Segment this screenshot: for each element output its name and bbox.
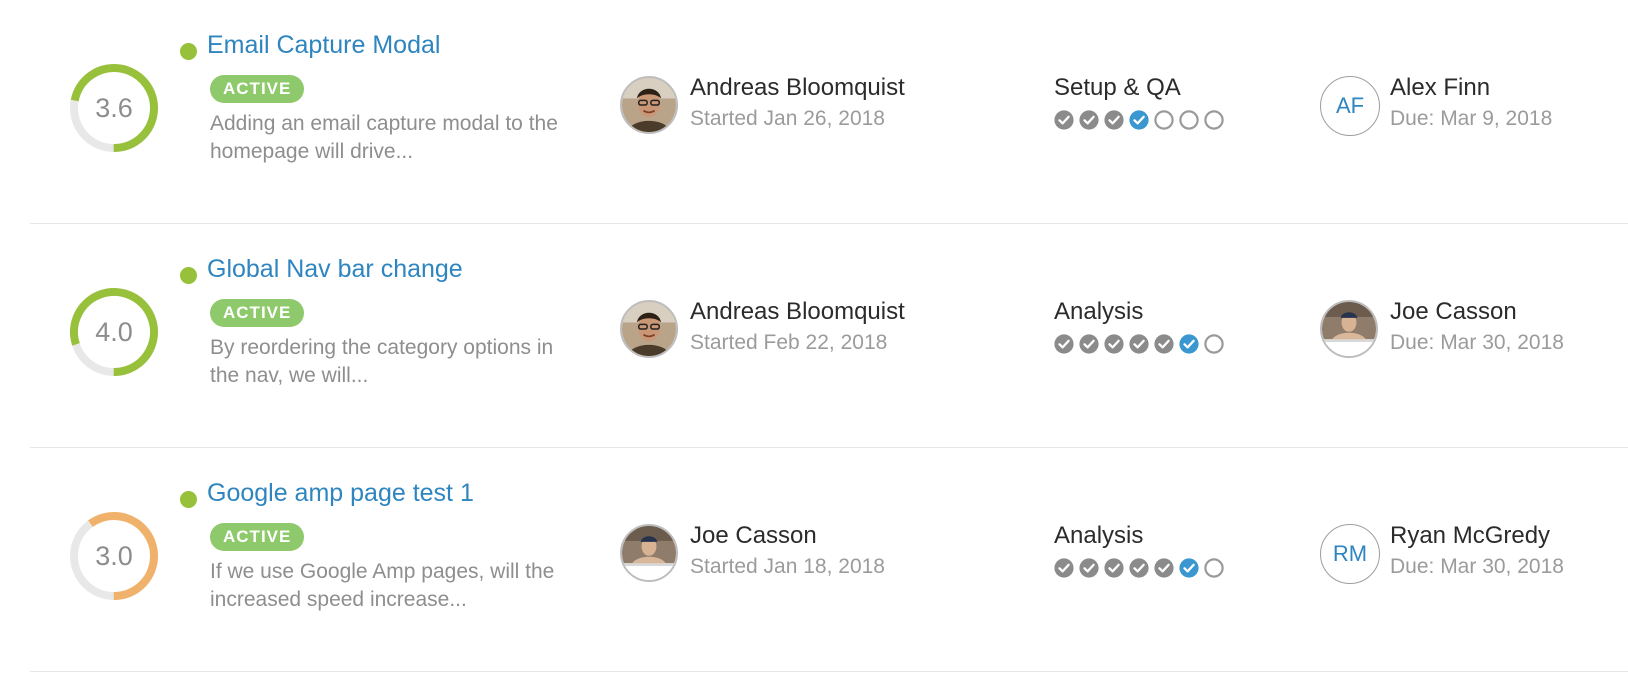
started-date: Started Jan 26, 2018 (690, 107, 885, 130)
due-date: Due: Mar 30, 2018 (1390, 331, 1564, 354)
pending-step-icon (1154, 110, 1174, 130)
pending-step-icon (1204, 558, 1224, 578)
started-date: Started Feb 22, 2018 (690, 331, 888, 354)
owner-name: Andreas Bloomquist (690, 74, 905, 101)
assignee-name: Ryan McGredy (1390, 522, 1551, 549)
assignee-avatar (1320, 300, 1378, 358)
completed-step-check-icon (1054, 334, 1074, 354)
completed-step-check-icon (1079, 558, 1099, 578)
score-ring: 4.0 (68, 286, 160, 378)
experiment-title-link[interactable]: Email Capture Modal (207, 31, 440, 60)
completed-step-check-icon (1079, 334, 1099, 354)
stage-progress (1054, 110, 1224, 130)
score-value: 3.0 (95, 540, 133, 571)
completed-step-check-icon (1129, 334, 1149, 354)
assignee-name: Alex Finn (1390, 74, 1491, 101)
completed-step-check-icon (1054, 558, 1074, 578)
completed-step-check-icon (1079, 110, 1099, 130)
experiment-title-link[interactable]: Global Nav bar change (207, 255, 463, 284)
assignee-avatar: RM (1320, 524, 1380, 584)
score-ring: 3.6 (68, 62, 160, 154)
assignee-name: Joe Casson (1390, 298, 1517, 325)
experiment-row: 4.0 Global Nav bar change ACTIVE By reorder… (0, 224, 1628, 448)
pending-step-icon (1179, 110, 1199, 130)
owner-name: Andreas Bloomquist (690, 298, 905, 325)
status-badge: ACTIVE (210, 299, 305, 327)
completed-step-check-icon (1179, 334, 1199, 354)
owner-name: Joe Casson (690, 522, 817, 549)
completed-step-check-icon (1154, 334, 1174, 354)
score-value: 4.0 (95, 316, 133, 347)
completed-step-check-icon (1054, 110, 1074, 130)
stage-name: Analysis (1054, 298, 1144, 325)
completed-step-check-icon (1129, 558, 1149, 578)
pending-step-icon (1204, 110, 1224, 130)
status-badge: ACTIVE (210, 523, 305, 551)
stage-name: Setup & QA (1054, 74, 1181, 101)
completed-step-check-icon (1179, 558, 1199, 578)
completed-step-check-icon (1104, 110, 1124, 130)
experiment-row: 3.6 Email Capture Modal ACTIVE Adding an em… (0, 0, 1628, 224)
due-date: Due: Mar 9, 2018 (1390, 107, 1553, 130)
score-ring: 3.0 (68, 510, 160, 602)
stage-name: Analysis (1054, 522, 1144, 549)
stage-progress (1054, 334, 1224, 354)
score-value: 3.6 (95, 92, 133, 123)
completed-step-check-icon (1104, 334, 1124, 354)
stage-progress (1054, 558, 1224, 578)
owner-avatar (620, 524, 678, 582)
status-dot (180, 43, 197, 60)
row-divider (30, 671, 1628, 672)
started-date: Started Jan 18, 2018 (690, 555, 885, 578)
experiment-description: Adding an email capture modal to the hom… (210, 112, 558, 163)
status-dot (180, 491, 197, 508)
pending-step-icon (1204, 334, 1224, 354)
status-dot (180, 267, 197, 284)
experiment-description: By reordering the category options in th… (210, 336, 554, 387)
status-badge: ACTIVE (210, 75, 305, 103)
experiment-title-link[interactable]: Google amp page test 1 (207, 479, 474, 508)
experiment-list: 3.6 Email Capture Modal ACTIVE Adding an em… (0, 0, 1628, 690)
completed-step-check-icon (1104, 558, 1124, 578)
due-date: Due: Mar 30, 2018 (1390, 555, 1564, 578)
experiment-description: If we use Google Amp pages, will the inc… (210, 560, 555, 611)
completed-step-check-icon (1129, 110, 1149, 130)
assignee-avatar: AF (1320, 76, 1380, 136)
owner-avatar (620, 76, 678, 134)
owner-avatar (620, 300, 678, 358)
experiment-row: 3.0 Google amp page test 1 ACTIVE If we use… (0, 448, 1628, 672)
completed-step-check-icon (1154, 558, 1174, 578)
